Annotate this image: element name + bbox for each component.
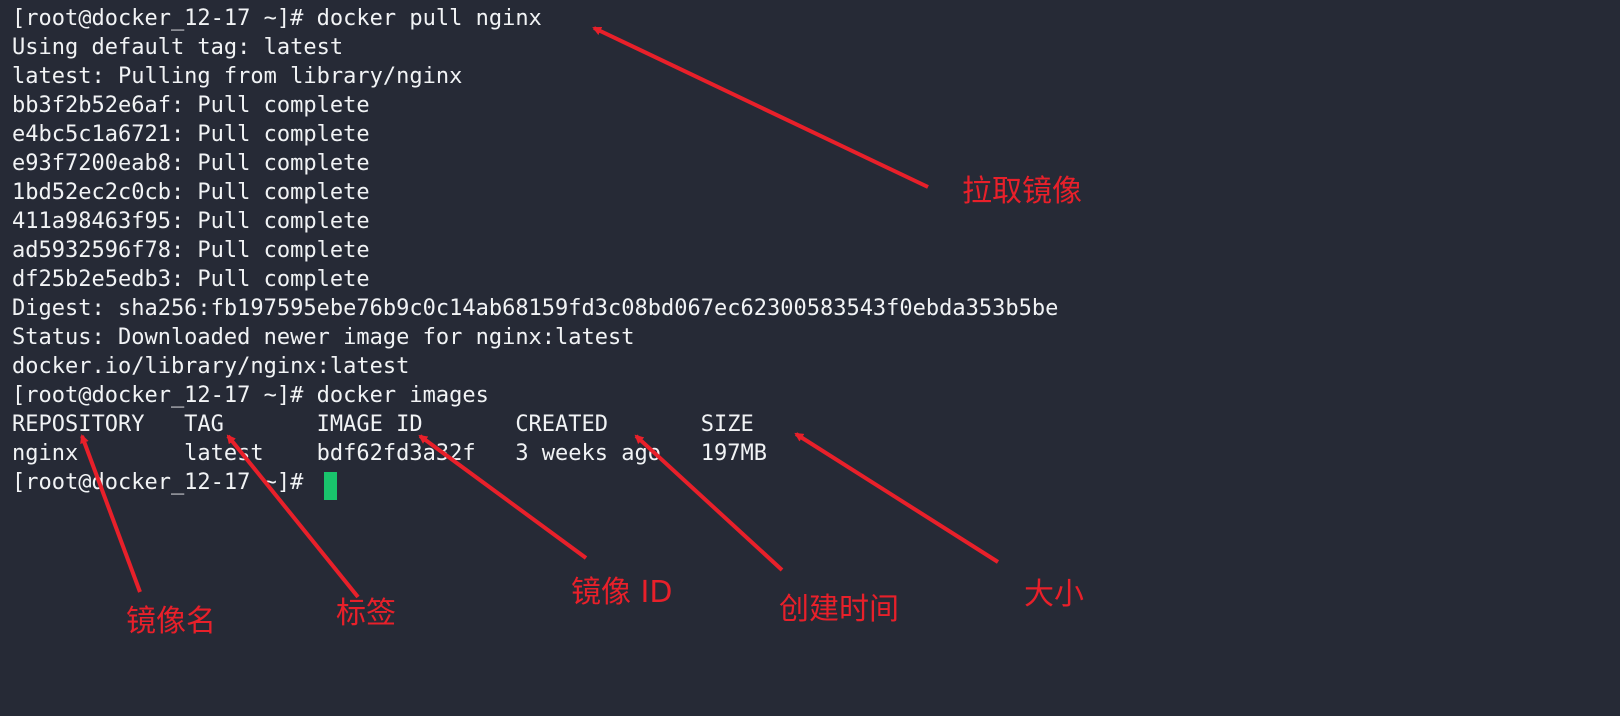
terminal-window[interactable]: [root@docker_12-17 ~]# docker pull nginx… (0, 0, 1620, 716)
arrow-size (794, 432, 1000, 564)
command-line-images: [root@docker_12-17 ~]# docker images (12, 383, 489, 408)
annotation-image-id: 镜像 ID (571, 575, 673, 610)
output-line: e93f7200eab8: Pull complete (12, 151, 370, 176)
output-line: 411a98463f95: Pull complete (12, 209, 370, 234)
output-line: docker.io/library/nginx:latest (12, 354, 410, 379)
annotation-image-name: 镜像名 (126, 604, 216, 639)
digest-line: Digest: sha256:fb197595ebe76b9c0c14ab681… (12, 296, 1059, 321)
annotation-tag: 标签 (336, 596, 396, 631)
images-table-header: REPOSITORY TAG IMAGE ID CREATED SIZE (12, 412, 754, 437)
terminal-cursor (324, 472, 337, 500)
annotation-created-time: 创建时间 (779, 592, 899, 627)
annotation-pull-image: 拉取镜像 (962, 174, 1082, 209)
output-line: bb3f2b52e6af: Pull complete (12, 93, 370, 118)
images-table-row: nginx latest bdf62fd3a32f 3 weeks ago 19… (12, 441, 767, 466)
annotation-size: 大小 (1024, 577, 1084, 612)
output-line: 1bd52ec2c0cb: Pull complete (12, 180, 370, 205)
status-line: Status: Downloaded newer image for nginx… (12, 325, 635, 350)
output-line: Using default tag: latest (12, 35, 344, 60)
command-line-pull: [root@docker_12-17 ~]# docker pull nginx (12, 6, 542, 31)
output-line: ad5932596f78: Pull complete (12, 238, 370, 263)
arrow-pull-image (592, 26, 929, 189)
output-line: e4bc5c1a6721: Pull complete (12, 122, 370, 147)
prompt-line[interactable]: [root@docker_12-17 ~]# (12, 468, 317, 498)
output-line: df25b2e5edb3: Pull complete (12, 267, 370, 292)
output-line: latest: Pulling from library/nginx (12, 64, 463, 89)
